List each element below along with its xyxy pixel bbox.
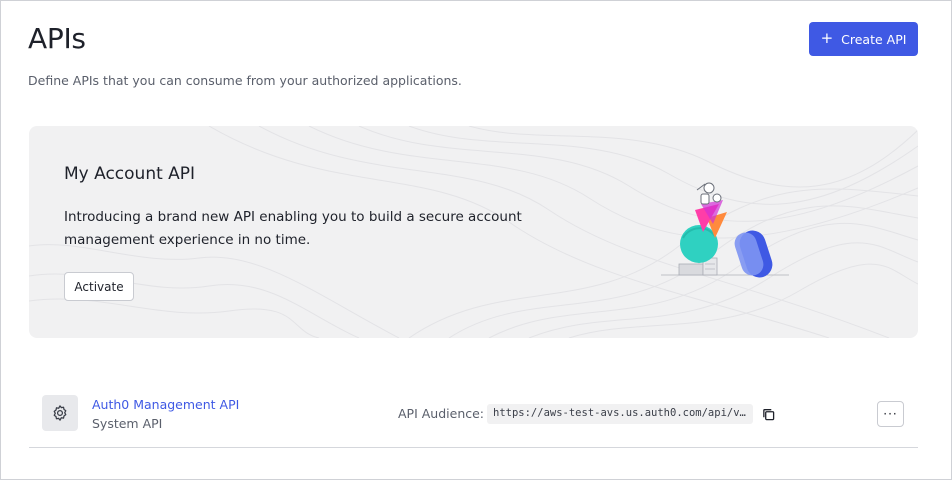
api-audience-label: API Audience: [398,406,485,421]
gear-icon [42,395,78,431]
promo-description: Introducing a brand new API enabling you… [64,209,522,248]
api-audience-value: https://aws-test-avs.us.auth0.com/api/v2… [487,404,753,424]
create-api-button[interactable]: + Create API [809,22,918,56]
api-name-link[interactable]: Auth0 Management API [92,397,239,412]
more-horizontal-icon: ··· [883,407,898,421]
api-list-row[interactable]: Auth0 Management API System API API Audi… [29,378,918,448]
copy-icon[interactable] [760,406,776,422]
plus-icon: + [820,29,834,47]
abstract-shapes-illustration [661,182,789,278]
page-subtitle: Define APIs that you can consume from yo… [28,73,462,88]
promo-title: My Account API [64,164,196,184]
api-type-label: System API [92,416,163,431]
page-title: APIs [28,22,86,55]
more-options-button[interactable]: ··· [877,401,904,427]
my-account-api-banner: My Account API Introducing a brand new A… [29,126,918,338]
create-api-label: Create API [841,31,907,47]
activate-button[interactable]: Activate [64,272,134,301]
